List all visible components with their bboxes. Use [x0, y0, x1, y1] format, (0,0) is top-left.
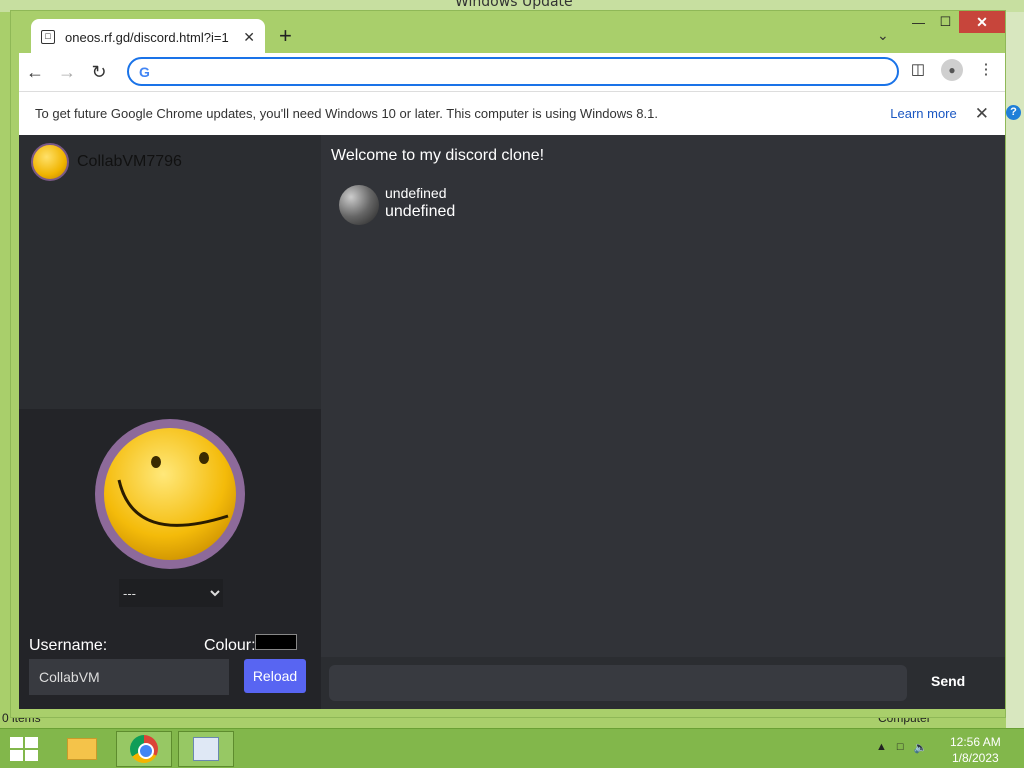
infobar-message: To get future Google Chrome updates, you…	[35, 106, 658, 121]
forward-button[interactable]: →	[51, 62, 83, 83]
profile-avatar-icon[interactable]: ●	[941, 59, 963, 81]
reload-page-button[interactable]: ↻	[83, 62, 115, 83]
taskbar-control-panel[interactable]	[178, 731, 234, 767]
network-icon[interactable]: □	[897, 741, 904, 754]
message-composer: Send	[321, 657, 1005, 709]
side-panel-icon[interactable]: ◫	[907, 59, 929, 81]
address-input[interactable]	[157, 63, 897, 80]
system-tray: ▲ □ 🔈	[876, 741, 927, 754]
tray-chevron-icon[interactable]: ▲	[876, 741, 887, 754]
volume-icon[interactable]: 🔈	[914, 741, 928, 754]
back-button[interactable]: ←	[19, 62, 51, 83]
google-icon: G	[139, 63, 150, 80]
current-user-header: CollabVM7796	[31, 143, 182, 181]
new-tab-button[interactable]: +	[279, 25, 292, 47]
start-button[interactable]	[10, 737, 38, 761]
clock-date: 1/8/2023	[951, 751, 999, 765]
address-bar[interactable]: G	[127, 57, 899, 86]
profile-avatar-large[interactable]	[95, 419, 245, 569]
colour-picker[interactable]	[255, 634, 297, 650]
infobar-close-icon[interactable]: ✕	[975, 104, 989, 124]
windows-taskbar: ▲ □ 🔈 12:56 AM 1/8/2023	[0, 728, 1024, 768]
profile-settings-panel: --- Username: Colour: Reload	[19, 409, 321, 709]
folder-icon	[67, 738, 97, 760]
user-avatar-small	[31, 143, 69, 181]
browser-toolbar: ← → ↻ G ◫ ● ⋮	[19, 53, 1005, 91]
smiley-face-icon	[104, 428, 236, 560]
menu-kebab-icon[interactable]: ⋮	[975, 59, 997, 81]
taskbar-file-explorer[interactable]	[54, 731, 110, 767]
welcome-heading: Welcome to my discord clone!	[331, 147, 545, 164]
username-field[interactable]	[29, 659, 229, 695]
discord-clone-page: CollabVM7796 --- Username: Colour: Colla…	[19, 135, 1005, 709]
browser-tab[interactable]: □ oneos.rf.gd/discord.html?i=1 ✕	[31, 19, 265, 55]
window-controls: — ☐ ✕	[905, 11, 1005, 33]
taskbar-chrome[interactable]	[116, 731, 172, 767]
chrome-icon	[130, 735, 158, 763]
sidebar: CollabVM7796 --- Username: Colour: Colla…	[19, 135, 321, 709]
colour-label: Colour:	[204, 637, 256, 654]
clock-time: 12:56 AM	[950, 735, 1001, 749]
tab-title: oneos.rf.gd/discord.html?i=1	[65, 29, 229, 45]
toolbar-actions: ◫ ● ⋮	[907, 59, 997, 81]
message-body: undefined undefined	[385, 185, 455, 225]
maximize-button[interactable]: ☐	[932, 11, 959, 33]
control-panel-icon	[193, 737, 219, 761]
username-label: Username:	[29, 637, 108, 654]
background-window-title: Windows Update	[455, 0, 573, 10]
status-dropdown[interactable]: ---	[119, 579, 223, 607]
chrome-window: — ☐ ✕ □ oneos.rf.gd/discord.html?i=1 ✕ +…	[10, 10, 1006, 718]
update-infobar: To get future Google Chrome updates, you…	[19, 91, 1005, 135]
taskbar-clock[interactable]: 12:56 AM 1/8/2023	[950, 734, 1001, 766]
tab-close-icon[interactable]: ✕	[243, 29, 255, 46]
learn-more-link[interactable]: Learn more	[890, 106, 956, 121]
message-author: undefined	[385, 185, 447, 201]
message-input[interactable]	[329, 665, 907, 701]
reload-button[interactable]: Reload	[244, 659, 306, 693]
help-icon[interactable]: ?	[1006, 105, 1021, 120]
current-username: CollabVM7796	[77, 153, 182, 170]
message-avatar	[339, 185, 379, 225]
minimize-button[interactable]: —	[905, 11, 932, 33]
tab-search-chevron-icon[interactable]: ⌄	[877, 27, 889, 44]
send-button[interactable]: Send	[931, 673, 965, 689]
page-icon: □	[41, 30, 55, 44]
close-window-button[interactable]: ✕	[959, 11, 1005, 33]
background-window-edge: ?	[1006, 12, 1024, 728]
message-text: undefined	[385, 203, 456, 220]
chat-message: undefined undefined	[339, 185, 455, 225]
